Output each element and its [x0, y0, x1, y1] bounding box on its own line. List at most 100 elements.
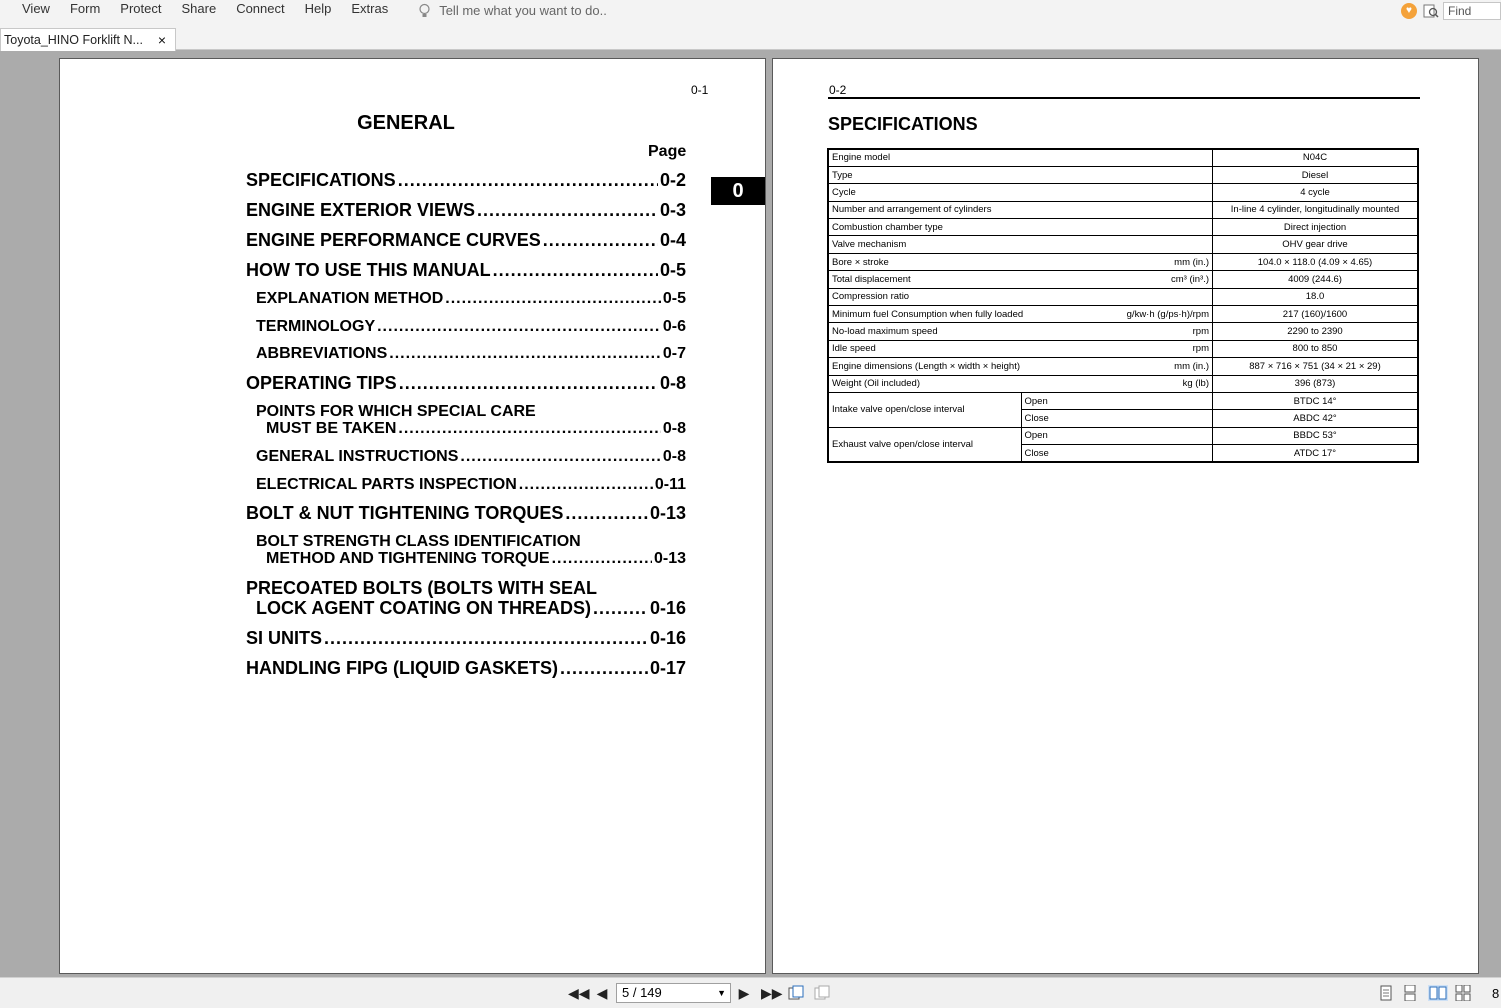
- toc-entry[interactable]: EXPLANATION METHOD0-5: [256, 290, 686, 308]
- spec-value: 887 × 716 × 751 (34 × 21 × 29): [1212, 357, 1419, 376]
- single-page-icon[interactable]: [1378, 985, 1394, 1001]
- page-title: SPECIFICATIONS: [828, 114, 978, 134]
- valve-label: Intake valve open/close interval: [827, 391, 1022, 428]
- toc-entry[interactable]: SI UNITS0-16: [246, 628, 686, 649]
- spec-label: No-load maximum speed: [832, 326, 938, 338]
- spec-unit: rpm: [1192, 326, 1209, 338]
- toc-entry[interactable]: BOLT & NUT TIGHTENING TORQUES0-13: [246, 503, 686, 524]
- table-row: Total displacement cm³ (in³.) 4009 (244.6): [827, 270, 1419, 289]
- toc-entry[interactable]: MUST BE TAKEN0-8: [266, 420, 686, 438]
- spec-value: Diesel: [1212, 165, 1419, 185]
- spec-label-cell: Valve mechanism: [827, 235, 1213, 254]
- menu-connect[interactable]: Connect: [226, 0, 294, 22]
- close-tab-icon[interactable]: ×: [158, 29, 166, 51]
- next-view-icon[interactable]: [814, 985, 830, 1001]
- spec-label: Combustion chamber type: [832, 221, 943, 233]
- document-viewport[interactable]: 0-1 GENERAL Page 0 SPECIFICATIONS0-2 ENG…: [0, 51, 1501, 977]
- zoom-level[interactable]: 8: [1492, 986, 1499, 1001]
- spec-label-cell: Number and arrangement of cylinders: [827, 200, 1213, 220]
- valve-open-label: Open: [1020, 426, 1213, 446]
- spec-label-cell: Minimum fuel Consumption when fully load…: [827, 305, 1213, 324]
- previous-page-icon[interactable]: ◀: [594, 985, 610, 1001]
- spec-label-cell: Compression ratio: [827, 287, 1213, 307]
- spec-label: Cycle: [832, 186, 856, 198]
- toc-entry-line1[interactable]: BOLT STRENGTH CLASS IDENTIFICATION: [256, 533, 581, 551]
- toc-entry[interactable]: ABBREVIATIONS0-7: [256, 345, 686, 363]
- toc-entry[interactable]: HANDLING FIPG (LIQUID GASKETS)0-17: [246, 658, 686, 679]
- toc-entry[interactable]: ENGINE EXTERIOR VIEWS0-3: [246, 200, 686, 221]
- table-row: Combustion chamber type Direct injection: [827, 218, 1419, 237]
- spec-label-cell: Total displacement cm³ (in³.): [827, 270, 1213, 289]
- menu-form[interactable]: Form: [60, 0, 110, 22]
- spec-value: 18.0: [1212, 287, 1419, 307]
- toc-entry[interactable]: SPECIFICATIONS0-2: [246, 170, 686, 191]
- page-number: 0-2: [829, 83, 847, 97]
- next-page-icon[interactable]: ▶: [736, 985, 752, 1001]
- page-left: 0-1 GENERAL Page 0 SPECIFICATIONS0-2 ENG…: [59, 58, 766, 974]
- previous-view-icon[interactable]: [788, 985, 804, 1001]
- spec-label: Number and arrangement of cylinders: [832, 204, 992, 216]
- vertical-scrollbar[interactable]: [1483, 51, 1501, 977]
- toc-entry-line1[interactable]: POINTS FOR WHICH SPECIAL CARE: [256, 403, 536, 421]
- continuous-facing-icon[interactable]: [1455, 985, 1471, 1001]
- table-row: Type Diesel: [827, 165, 1419, 185]
- lightbulb-icon: [419, 3, 430, 17]
- menu-view[interactable]: View: [0, 0, 60, 22]
- menu-help[interactable]: Help: [295, 0, 342, 22]
- spec-unit: cm³ (in³.): [1171, 273, 1209, 285]
- spec-label: Engine model: [832, 152, 891, 164]
- spec-value: 4009 (244.6): [1212, 270, 1419, 289]
- toc-entry[interactable]: GENERAL INSTRUCTIONS0-8: [256, 448, 686, 466]
- spec-value: 800 to 850: [1212, 339, 1419, 359]
- spec-label-cell: Combustion chamber type: [827, 218, 1213, 237]
- table-row: Exhaust valve open/close interval Open BBD…: [827, 426, 1419, 463]
- toc-entry[interactable]: METHOD AND TIGHTENING TORQUE0-13: [266, 550, 686, 568]
- spec-label-cell: Idle speed rpm: [827, 339, 1213, 359]
- valve-open-value: BBDC 53°: [1212, 426, 1419, 446]
- dropdown-caret-icon[interactable]: ▼: [717, 984, 726, 1002]
- table-row: No-load maximum speed rpm 2290 to 2390: [827, 322, 1419, 341]
- continuous-page-icon[interactable]: [1402, 985, 1418, 1001]
- last-page-icon[interactable]: ▶▶: [761, 985, 783, 1001]
- spec-unit: rpm: [1192, 343, 1209, 355]
- tell-me-placeholder: Tell me what you want to do..: [439, 3, 607, 18]
- tell-me-search[interactable]: Tell me what you want to do..: [418, 0, 607, 22]
- facing-pages-icon[interactable]: [1428, 985, 1448, 1001]
- find-input[interactable]: Find: [1443, 2, 1501, 20]
- spec-label: Compression ratio: [832, 291, 910, 303]
- section-tab: 0: [711, 177, 765, 205]
- toc-entry[interactable]: ELECTRICAL PARTS INSPECTION0-11: [256, 476, 686, 494]
- table-row: Minimum fuel Consumption when fully load…: [827, 305, 1419, 324]
- spec-value: 104.0 × 118.0 (4.09 × 4.65): [1212, 252, 1419, 272]
- spec-label: Valve mechanism: [832, 239, 907, 251]
- toc-entry[interactable]: ENGINE PERFORMANCE CURVES0-4: [246, 230, 686, 251]
- spec-label-cell: Weight (Oil included) kg (lb): [827, 374, 1213, 393]
- find-icon[interactable]: [1423, 3, 1439, 19]
- page-number-input[interactable]: 5 / 149 ▼: [616, 983, 731, 1003]
- document-tab[interactable]: Toyota_HINO Forklift N... ×: [0, 28, 176, 51]
- toc-entry[interactable]: HOW TO USE THIS MANUAL0-5: [246, 260, 686, 281]
- page-title: GENERAL: [357, 112, 455, 134]
- table-row: Valve mechanism OHV gear drive: [827, 235, 1419, 254]
- spec-value: 217 (160)/1600: [1212, 305, 1419, 324]
- menu-extras[interactable]: Extras: [341, 0, 398, 22]
- toc-entry[interactable]: TERMINOLOGY0-6: [256, 318, 686, 336]
- spec-label: Bore × stroke: [832, 256, 889, 268]
- spec-unit: kg (lb): [1182, 378, 1209, 390]
- spec-value: N04C: [1212, 148, 1419, 167]
- spec-label: Total displacement: [832, 273, 911, 285]
- first-page-icon[interactable]: ◀◀: [568, 985, 590, 1001]
- menu-protect[interactable]: Protect: [110, 0, 171, 22]
- table-row: Engine model N04C: [827, 148, 1419, 167]
- table-row: Idle speed rpm 800 to 850: [827, 339, 1419, 359]
- toc-entry-line1[interactable]: PRECOATED BOLTS (BOLTS WITH SEAL: [246, 578, 597, 599]
- heart-icon[interactable]: ♥: [1401, 3, 1417, 19]
- spec-label: Weight (Oil included): [832, 378, 921, 390]
- table-row: Bore × stroke mm (in.) 104.0 × 118.0 (4.09…: [827, 252, 1419, 272]
- menu-share[interactable]: Share: [171, 0, 226, 22]
- toc-entry[interactable]: OPERATING TIPS0-8: [246, 373, 686, 394]
- table-row: Compression ratio 18.0: [827, 287, 1419, 307]
- spec-label: Engine dimensions (Length × width × heig…: [832, 360, 1021, 372]
- toc-entry[interactable]: LOCK AGENT COATING ON THREADS)0-16: [256, 598, 686, 619]
- valve-open-label: Open: [1020, 391, 1213, 411]
